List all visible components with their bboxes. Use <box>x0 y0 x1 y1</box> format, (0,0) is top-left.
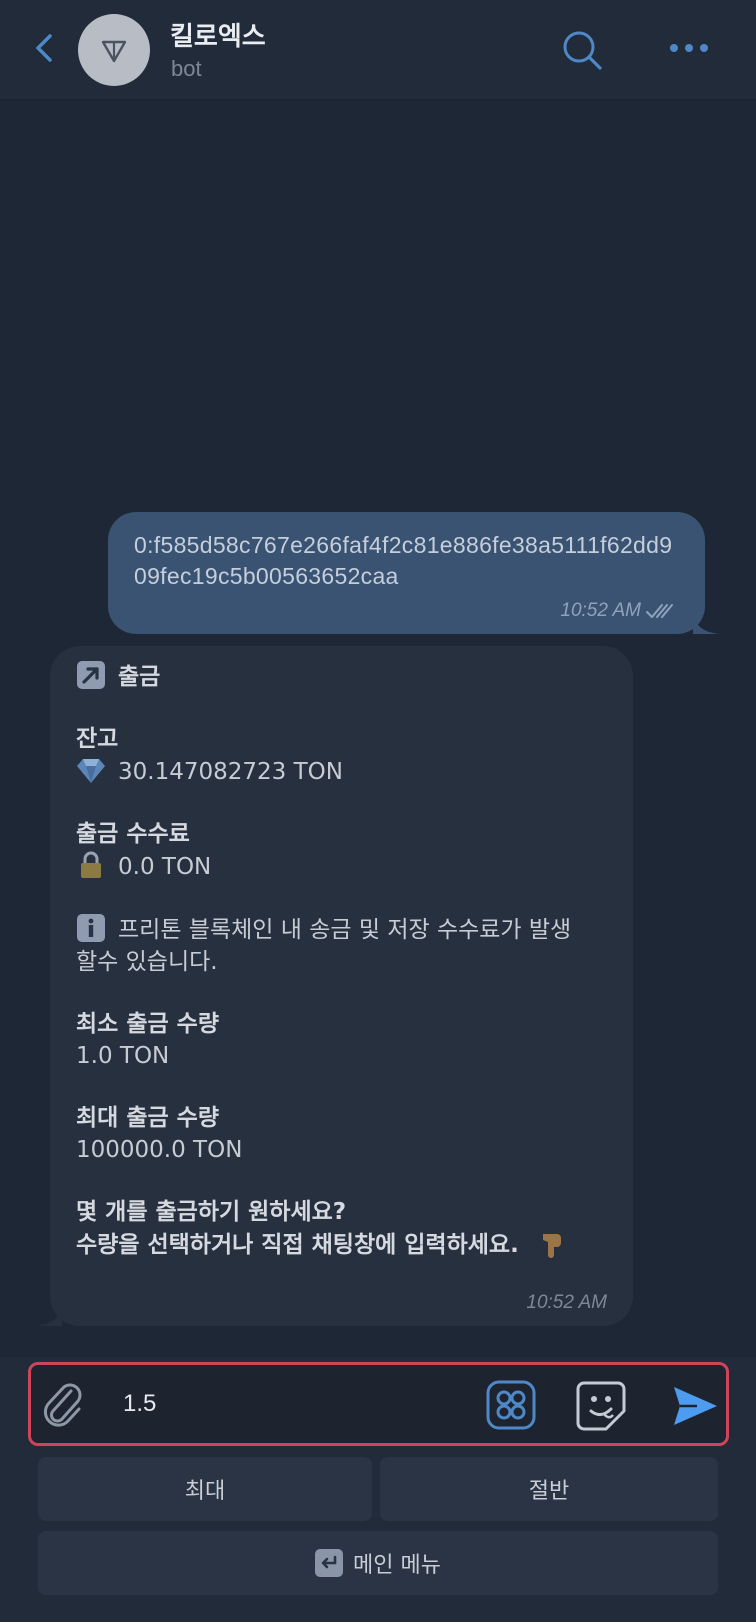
max-amount-value: 100000.0 TON <box>76 1137 243 1163</box>
chat-subtitle: bot <box>171 56 202 81</box>
bubble-tail <box>36 1304 62 1326</box>
keyboard-button-half[interactable]: 절반 <box>380 1457 718 1521</box>
bubble-tail <box>693 612 719 634</box>
info-text-line2: 할수 있습니다. <box>76 949 218 975</box>
composer-area: 최대 절반 메인 메뉴 <box>0 1357 756 1622</box>
sticker-icon <box>576 1381 626 1431</box>
message-input[interactable] <box>123 1379 463 1429</box>
more-options-button[interactable] <box>668 36 710 60</box>
question-line1: 몇 개를 출금하기 원하세요? <box>76 1199 347 1225</box>
return-arrow-emoji <box>315 1549 344 1577</box>
double-check-icon <box>646 604 673 618</box>
chat-title[interactable]: 킬로엑스 <box>170 16 266 53</box>
keyboard-button-main-menu[interactable]: 메인 메뉴 <box>38 1531 718 1595</box>
info-emoji <box>77 914 105 942</box>
lock-emoji <box>81 851 101 878</box>
chat-header: 킬로엑스 bot <box>0 0 756 100</box>
message-composer <box>28 1362 729 1446</box>
ton-logo-icon <box>101 40 127 63</box>
question-row: 수량을 선택하거나 직접 채팅창에 입력하세요. <box>76 1228 607 1261</box>
fee-label: 출금 수수료 <box>76 821 190 847</box>
chevron-left-icon <box>36 34 52 62</box>
outgoing-message-time-row: 10:52 AM <box>560 600 675 622</box>
send-arrow-icon <box>674 1387 717 1425</box>
ellipsis-icon <box>670 44 708 52</box>
keyboard-button-main-menu-label: 메인 메뉴 <box>353 1553 441 1578</box>
gem-emoji <box>77 759 105 783</box>
outgoing-message-text: 0:f585d58c767e266faf4f2c81e886fe38a5111f… <box>134 532 673 589</box>
outgoing-message-time: 10:52 AM <box>560 600 641 621</box>
paperclip-icon <box>43 1383 82 1427</box>
keyboard-button-max[interactable]: 최대 <box>38 1457 372 1521</box>
message-list[interactable]: 0:f585d58c767e266faf4f2c81e886fe38a5111f… <box>0 101 756 1357</box>
keyboard-button-half-label: 절반 <box>528 1479 570 1504</box>
pointing-down-emoji <box>542 1234 561 1258</box>
balance-value: 30.147082723 TON <box>118 759 343 785</box>
balance-row: 30.147082723 TON <box>76 755 607 788</box>
incoming-message[interactable]: 출금 잔고 30.147082723 TON 출금 수수료 0.0 TON 프리… <box>36 646 633 1326</box>
avatar[interactable] <box>78 14 150 86</box>
bot-commands-button[interactable] <box>485 1379 537 1431</box>
search-icon <box>563 31 602 70</box>
incoming-message-time: 10:52 AM <box>526 1292 607 1313</box>
fee-row: 0.0 TON <box>76 850 607 883</box>
search-button[interactable] <box>560 28 604 72</box>
back-button[interactable] <box>28 28 64 68</box>
outgoing-message[interactable]: 0:f585d58c767e266faf4f2c81e886fe38a5111f… <box>108 512 719 634</box>
max-amount-label: 최대 출금 수량 <box>76 1105 219 1131</box>
keyboard-button-max-label: 최대 <box>184 1479 226 1504</box>
min-amount-label: 최소 출금 수량 <box>76 1011 219 1037</box>
attach-button[interactable] <box>37 1377 89 1433</box>
balance-label: 잔고 <box>76 726 119 752</box>
sticker-button[interactable] <box>574 1377 628 1433</box>
send-button[interactable] <box>671 1383 719 1429</box>
withdraw-title-row: 출금 <box>76 660 607 693</box>
info-row: 프리톤 블록체인 내 송금 및 저장 수수료가 발생 <box>76 913 607 946</box>
min-amount-value: 1.0 TON <box>76 1043 170 1069</box>
up-right-arrow-emoji <box>77 661 105 689</box>
question-line2: 수량을 선택하거나 직접 채팅창에 입력하세요. <box>76 1232 519 1258</box>
info-text-line1: 프리톤 블록체인 내 송금 및 저장 수수료가 발생 <box>118 917 572 943</box>
fee-value: 0.0 TON <box>118 854 212 880</box>
apps-grid-icon <box>486 1380 536 1430</box>
withdraw-title: 출금 <box>118 664 161 690</box>
